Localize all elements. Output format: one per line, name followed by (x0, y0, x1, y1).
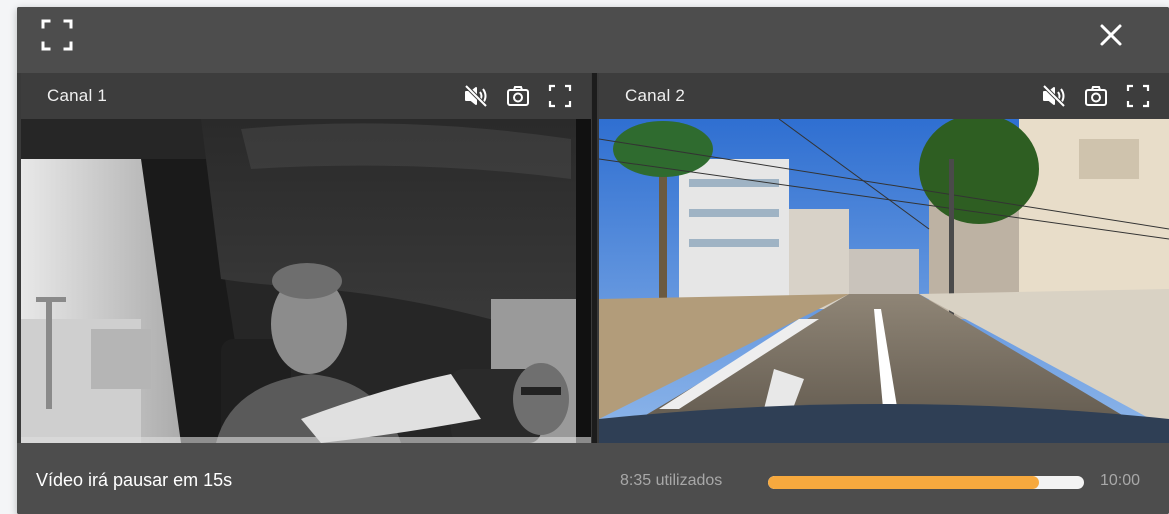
camera-icon[interactable] (505, 83, 531, 109)
fullscreen-icon[interactable] (547, 83, 573, 109)
channel-1-header: Canal 1 (21, 73, 591, 119)
channel-divider (592, 73, 597, 443)
channel-title: Canal 1 (47, 86, 107, 105)
fullscreen-icon[interactable] (39, 17, 75, 53)
usage-progress-fill (768, 476, 1040, 489)
time-used-label: 8:35 utilizados (620, 472, 723, 489)
channel-title: Canal 2 (625, 86, 685, 105)
mute-icon[interactable] (1041, 83, 1067, 109)
channel-2-header: Canal 2 (599, 73, 1169, 119)
channel-1: Canal 1 (21, 73, 591, 443)
mute-icon[interactable] (463, 83, 489, 109)
video-grid: Canal 1 Canal 2 (17, 73, 1169, 443)
channel-2-video-feed[interactable] (599, 119, 1169, 443)
time-total-label: 10:00 (1100, 472, 1141, 489)
video-player-modal: Canal 1 Canal 2 Vídeo irá pausar em 15s … (17, 7, 1169, 514)
player-toolbar (17, 7, 1169, 73)
pause-countdown-message: Vídeo irá pausar em 15s (36, 470, 233, 490)
close-icon[interactable] (1095, 19, 1127, 51)
channel-1-video-feed[interactable] (21, 119, 591, 443)
fullscreen-icon[interactable] (1125, 83, 1151, 109)
channel-2: Canal 2 (599, 73, 1169, 443)
player-footer: Vídeo irá pausar em 15s 8:35 utilizados … (17, 443, 1169, 514)
camera-icon[interactable] (1083, 83, 1109, 109)
usage-progress-bar (768, 476, 1084, 489)
